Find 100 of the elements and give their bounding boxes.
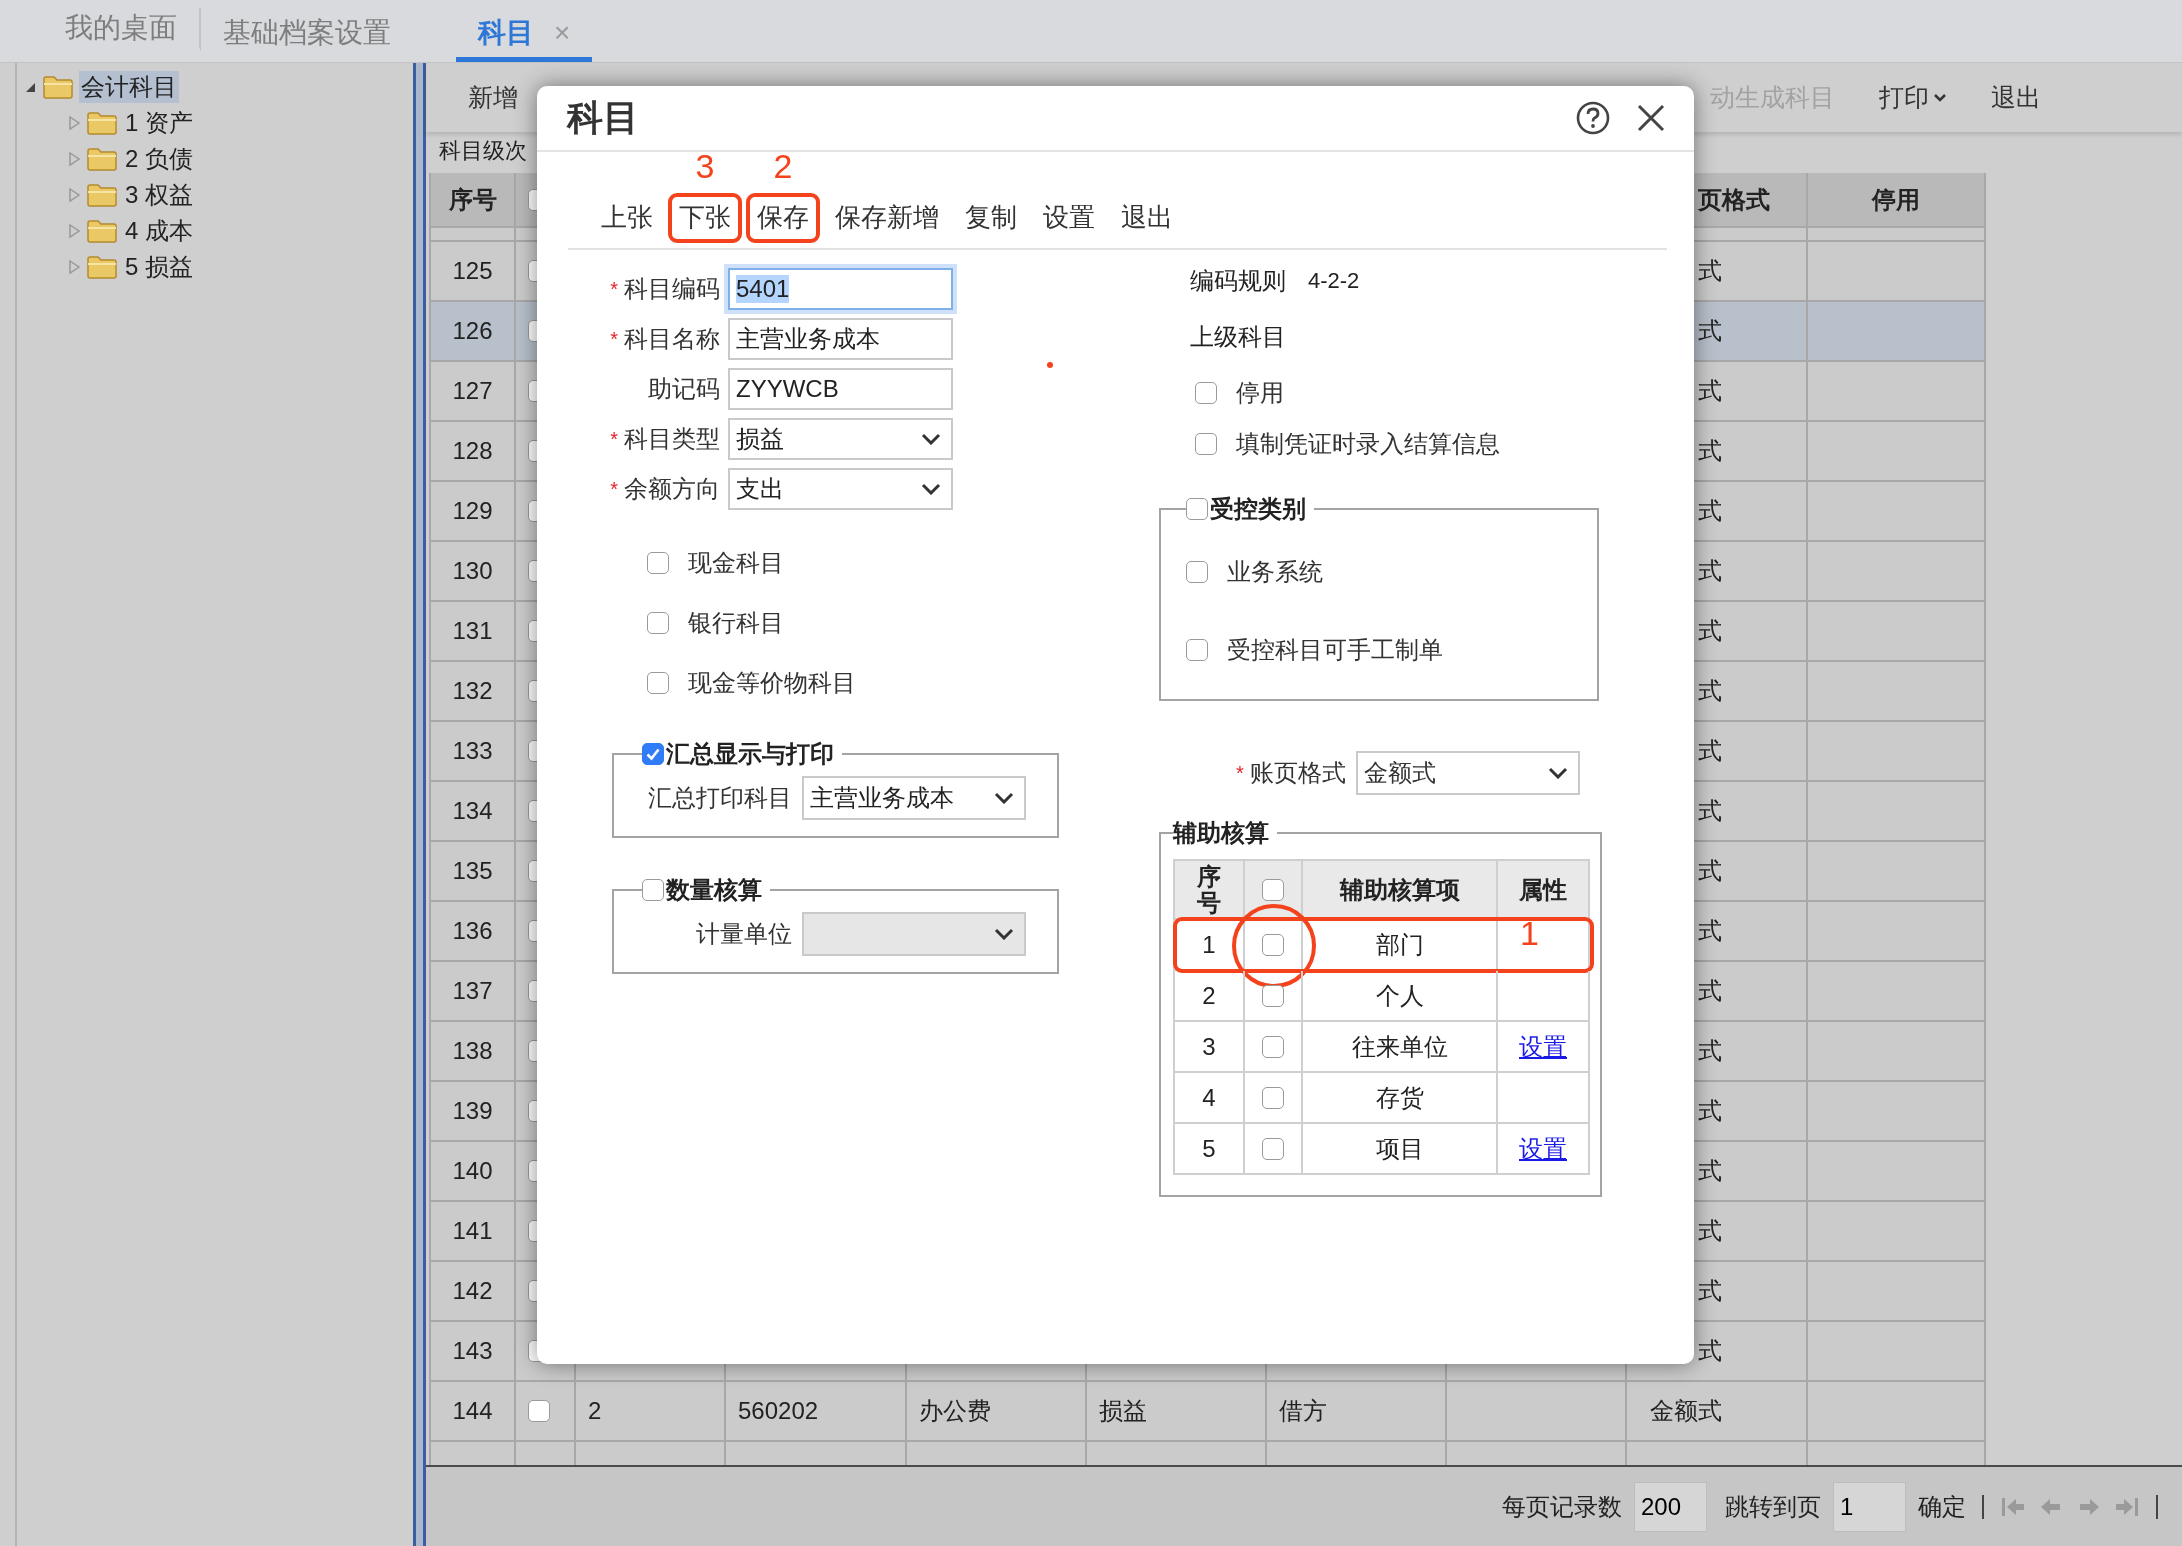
row-number: 4 xyxy=(1202,1083,1216,1112)
select-field[interactable]: 金额式 xyxy=(1355,751,1580,795)
row-number: 126 xyxy=(452,317,493,345)
input-field[interactable]: 主营业务成本 xyxy=(728,318,953,360)
toolbar-button[interactable]: 新增 xyxy=(468,81,518,114)
row-number: 2 xyxy=(1202,981,1216,1010)
toolbar-button[interactable]: 退出 xyxy=(1121,199,1173,235)
table-cell: 560202 xyxy=(738,1397,819,1425)
field-label: 编码规则 xyxy=(1190,266,1286,296)
tree-item[interactable]: 4 成本 xyxy=(123,215,195,247)
chevron-down-icon xyxy=(1547,767,1568,779)
checkbox-label: 业务系统 xyxy=(1227,557,1323,587)
table-cell-text: 式 xyxy=(1698,1276,1722,1306)
tree-item[interactable]: 3 权益 xyxy=(123,179,195,211)
group-title: 受控类别 xyxy=(1210,494,1306,524)
checkbox[interactable] xyxy=(642,743,664,765)
table-cell-text: 部门 xyxy=(1375,929,1424,960)
field-label: 科目类型 xyxy=(624,424,720,454)
help-icon[interactable] xyxy=(1576,101,1610,135)
row-number: 139 xyxy=(452,1097,493,1125)
checkbox[interactable] xyxy=(1195,382,1217,404)
field-label: 汇总打印科目 xyxy=(647,783,792,813)
row-number: 137 xyxy=(452,977,493,1005)
field-label: 账页格式 xyxy=(1249,758,1346,788)
table-cell-text: 式 xyxy=(1698,556,1722,586)
row-number: 133 xyxy=(452,737,493,765)
checkbox-label: 停用 xyxy=(1236,378,1284,408)
table-cell: 2 xyxy=(588,1397,602,1425)
toolbar-button[interactable]: 退出 xyxy=(1991,81,2041,114)
table-cell-text: 式 xyxy=(1698,616,1722,646)
settings-link[interactable]: 设置 xyxy=(1519,1132,1567,1165)
checkbox[interactable] xyxy=(1262,1086,1284,1109)
checkbox[interactable] xyxy=(1186,498,1208,520)
table-cell-text: 式 xyxy=(1698,436,1722,466)
checkbox[interactable] xyxy=(1262,933,1284,956)
chevron-down-icon xyxy=(994,792,1014,804)
toolbar-button[interactable]: 打印 xyxy=(1879,81,1947,114)
coding-rule-value: 4-2-2 xyxy=(1308,268,1360,294)
select-field[interactable]: 主营业务成本 xyxy=(802,776,1026,820)
annotation-number: 3 xyxy=(694,146,716,186)
table-cell-text: 存货 xyxy=(1375,1082,1424,1113)
table-cell-text: 金额式 xyxy=(1650,1396,1722,1426)
annotation-number: 2 xyxy=(772,146,794,186)
tree-item[interactable]: 2 负债 xyxy=(123,143,195,175)
table-cell-text: 借方 xyxy=(1279,1396,1327,1426)
chevron-down-icon xyxy=(921,483,941,495)
toolbar-button[interactable]: 保存 xyxy=(757,199,809,235)
required-mark: * xyxy=(610,427,618,451)
toolbar-button[interactable]: 上张 xyxy=(601,199,653,235)
tree-item[interactable]: 1 资产 xyxy=(123,107,195,139)
checkbox-label: 现金等价物科目 xyxy=(688,668,856,698)
toolbar-button[interactable]: 保存新增 xyxy=(835,199,939,235)
page-size-field[interactable]: 200 xyxy=(1634,1481,1707,1532)
checkbox[interactable] xyxy=(647,552,669,574)
checkbox[interactable] xyxy=(1186,639,1208,661)
annotation-number: 1 xyxy=(1520,914,1539,953)
folder-icon xyxy=(87,183,117,207)
checkbox-label: 填制凭证时录入结算信息 xyxy=(1236,429,1500,459)
table-cell-text: 式 xyxy=(1698,496,1722,526)
tree-item[interactable]: 会计科目 xyxy=(79,71,179,103)
toolbar-button[interactable]: 设置 xyxy=(1043,199,1095,235)
column-header: 页格式 xyxy=(1698,184,1770,215)
table-cell-text: 往来单位 xyxy=(1351,1031,1448,1062)
row-number: 140 xyxy=(452,1157,493,1185)
table-cell-text: 个人 xyxy=(1375,980,1424,1011)
group-title: 辅助核算 xyxy=(1173,818,1269,848)
checkbox[interactable] xyxy=(1262,1137,1284,1160)
toolbar-button[interactable]: 下张 xyxy=(679,199,731,235)
table-cell-text: 式 xyxy=(1698,676,1722,706)
column-header: 属性 xyxy=(1519,874,1567,905)
level-label: 科目级次 xyxy=(439,137,527,165)
settings-link[interactable]: 设置 xyxy=(1519,1030,1567,1063)
row-number: 125 xyxy=(452,257,493,285)
table-row[interactable]: 144 2 560202 办公费 损益 借方 金额式 xyxy=(429,1382,1986,1442)
select-field[interactable]: 损益 xyxy=(728,418,953,460)
goto-page-label: 跳转到页 xyxy=(1725,1491,1821,1522)
splitter[interactable] xyxy=(413,63,426,1546)
checkbox[interactable] xyxy=(1262,878,1284,901)
field-label: 科目编码 xyxy=(624,274,720,304)
close-icon[interactable] xyxy=(1636,103,1666,133)
row-number: 143 xyxy=(452,1337,493,1365)
checkbox[interactable] xyxy=(1262,1035,1284,1058)
table-cell-text: 式 xyxy=(1698,1156,1722,1186)
table-cell-text: 项目 xyxy=(1375,1133,1424,1164)
toolbar-button[interactable]: 复制 xyxy=(965,199,1017,235)
input-field[interactable]: ZYYWCB xyxy=(728,368,953,410)
table-cell-text: 式 xyxy=(1698,916,1722,946)
checkbox[interactable] xyxy=(1195,433,1217,455)
checkbox[interactable] xyxy=(647,612,669,634)
page-field[interactable]: 1 xyxy=(1833,1481,1906,1532)
select-field[interactable]: 支出 xyxy=(728,468,953,510)
checkbox[interactable] xyxy=(1262,984,1284,1007)
row-number: 128 xyxy=(452,437,493,465)
confirm-button[interactable]: 确定 xyxy=(1918,1490,1966,1523)
checkbox[interactable] xyxy=(528,1400,550,1422)
column-header: 停用 xyxy=(1872,184,1920,215)
checkbox[interactable] xyxy=(1186,561,1208,583)
tree-item[interactable]: 5 损益 xyxy=(123,251,195,283)
checkbox[interactable] xyxy=(647,672,669,694)
table-cell-text: 式 xyxy=(1698,256,1722,286)
